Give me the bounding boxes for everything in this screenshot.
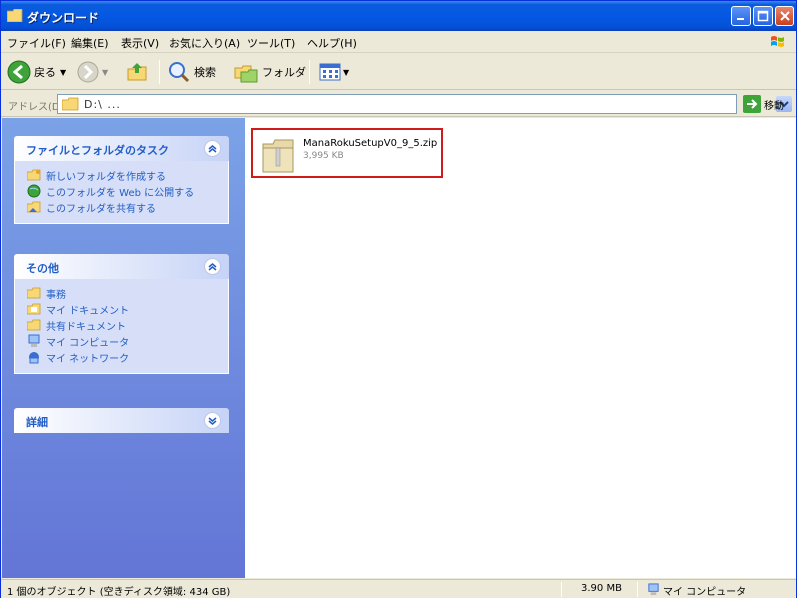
address-bar: アドレス(D) D:\ ... 移動: [1, 91, 796, 117]
forward-button[interactable]: ▼: [77, 58, 108, 86]
forward-dropdown-icon[interactable]: ▼: [102, 68, 108, 77]
task-publish-web[interactable]: このフォルダを Web に公開する: [15, 183, 228, 199]
panel-title: 詳細: [26, 416, 48, 429]
panel-body: 事務 マイ ドキュメント 共有ドキュメント マイ コンピュータ マイ ネットワー…: [14, 279, 229, 374]
my-computer-icon: [28, 334, 40, 347]
windows-logo-icon: [771, 36, 784, 47]
view-dropdown-icon[interactable]: ▼: [343, 68, 349, 77]
collapse-chevron-icon[interactable]: [204, 258, 221, 275]
status-bar: 1 個のオブジェクト (空きディスク領域: 434 GB) 3.90 MB マイ…: [1, 579, 796, 598]
back-label: 戻る: [34, 66, 56, 79]
menu-help[interactable]: ヘルプ(H): [307, 35, 357, 51]
go-arrow-icon: [743, 95, 761, 113]
panel-title: その他: [26, 262, 59, 275]
close-button[interactable]: [775, 6, 794, 26]
task-share-folder[interactable]: このフォルダを共有する: [15, 199, 228, 215]
maximize-button[interactable]: [753, 6, 773, 26]
search-icon: [169, 62, 190, 83]
folder-icon: [27, 287, 41, 299]
close-icon: [780, 11, 790, 21]
window-title: ダウンロード: [27, 11, 100, 25]
status-size: 3.90 MB: [581, 583, 622, 594]
file-size: 3,995 KB: [303, 151, 344, 161]
explorer-window: ダウンロード ファイル(F) 編集(E) 表示(V) お気に入り(A) ツール(…: [0, 0, 797, 598]
view-button[interactable]: ▼: [319, 58, 349, 86]
details-panel: 詳細: [14, 408, 229, 433]
new-folder-icon: [27, 169, 41, 181]
place-item[interactable]: マイ ドキュメント: [15, 301, 228, 317]
file-item[interactable]: ManaRokuSetupV0_9_5.zip 3,995 KB: [251, 128, 443, 178]
title-bar[interactable]: ダウンロード: [1, 1, 796, 31]
panel-header[interactable]: その他: [14, 254, 229, 279]
panel-body: 新しいフォルダを作成する このフォルダを Web に公開する このフォルダを共有…: [14, 161, 229, 224]
menu-bar: ファイル(F) 編集(E) 表示(V) お気に入り(A) ツール(T) ヘルプ(…: [1, 31, 796, 53]
search-button[interactable]: 検索: [167, 58, 216, 86]
folders-icon: [234, 65, 258, 83]
file-folder-tasks-panel: ファイルとフォルダのタスク 新しいフォルダを作成する このフォルダを Web に…: [14, 136, 229, 224]
menu-edit[interactable]: 編集(E): [71, 35, 109, 51]
menu-tools[interactable]: ツール(T): [247, 35, 295, 51]
panel-title: ファイルとフォルダのタスク: [26, 144, 169, 157]
menu-favorites[interactable]: お気に入り(A): [169, 35, 240, 51]
network-icon: [29, 352, 39, 364]
status-object-count: 1 個のオブジェクト (空きディスク領域: 434 GB): [7, 587, 231, 598]
share-folder-icon: [27, 201, 41, 213]
status-location: マイ コンピュータ: [663, 587, 747, 598]
panel-header[interactable]: 詳細: [14, 408, 229, 433]
view-grid-icon: [319, 63, 341, 81]
up-folder-button[interactable]: [125, 58, 149, 86]
status-divider: [637, 582, 638, 597]
toolbar-separator: [309, 60, 310, 84]
back-dropdown-icon[interactable]: ▼: [60, 68, 66, 77]
other-places-panel: その他 事務 マイ ドキュメント 共有ドキュメント マイ コンピュータ マイ ネ…: [14, 254, 229, 374]
globe-icon: [27, 184, 41, 198]
my-computer-icon: [648, 583, 659, 596]
back-arrow-icon: [7, 60, 31, 84]
toolbar: 戻る ▼ ▼ 検索 フォルダ ▼: [1, 54, 796, 90]
menu-view[interactable]: 表示(V): [121, 35, 159, 51]
drive-folder-icon: [62, 97, 79, 111]
minimize-icon: [737, 18, 744, 20]
place-item[interactable]: マイ ネットワーク: [15, 349, 228, 365]
zip-folder-icon: [262, 139, 294, 173]
file-list-view[interactable]: ManaRokuSetupV0_9_5.zip 3,995 KB: [245, 118, 796, 578]
file-name: ManaRokuSetupV0_9_5.zip: [303, 138, 438, 149]
folders-label: フォルダ: [262, 66, 306, 79]
folder-icon: [7, 9, 23, 22]
address-value: D:\ ...: [84, 98, 121, 111]
address-input[interactable]: D:\ ...: [57, 94, 792, 114]
search-label: 検索: [194, 66, 216, 79]
place-item[interactable]: 共有ドキュメント: [15, 317, 228, 333]
menu-file[interactable]: ファイル(F): [7, 35, 66, 51]
folders-button[interactable]: フォルダ: [233, 58, 306, 86]
back-button[interactable]: 戻る ▼: [7, 58, 66, 86]
forward-arrow-icon: [77, 61, 99, 83]
shared-documents-icon: [27, 319, 41, 331]
go-label: 移動: [764, 100, 784, 112]
task-new-folder[interactable]: 新しいフォルダを作成する: [15, 167, 228, 183]
status-divider: [561, 582, 562, 597]
address-label: アドレス(D): [8, 102, 64, 113]
up-folder-icon: [127, 63, 147, 81]
toolbar-separator: [159, 60, 160, 84]
place-item[interactable]: 事務: [15, 285, 228, 301]
go-button[interactable]: 移動: [743, 95, 784, 113]
panel-header[interactable]: ファイルとフォルダのタスク: [14, 136, 229, 161]
expand-chevron-icon[interactable]: [204, 412, 221, 429]
my-documents-icon: [27, 303, 41, 315]
maximize-icon: [757, 10, 769, 22]
collapse-chevron-icon[interactable]: [204, 140, 221, 157]
place-item[interactable]: マイ コンピュータ: [15, 333, 228, 349]
task-pane: ファイルとフォルダのタスク 新しいフォルダを作成する このフォルダを Web に…: [2, 118, 245, 578]
minimize-button[interactable]: [731, 6, 751, 26]
